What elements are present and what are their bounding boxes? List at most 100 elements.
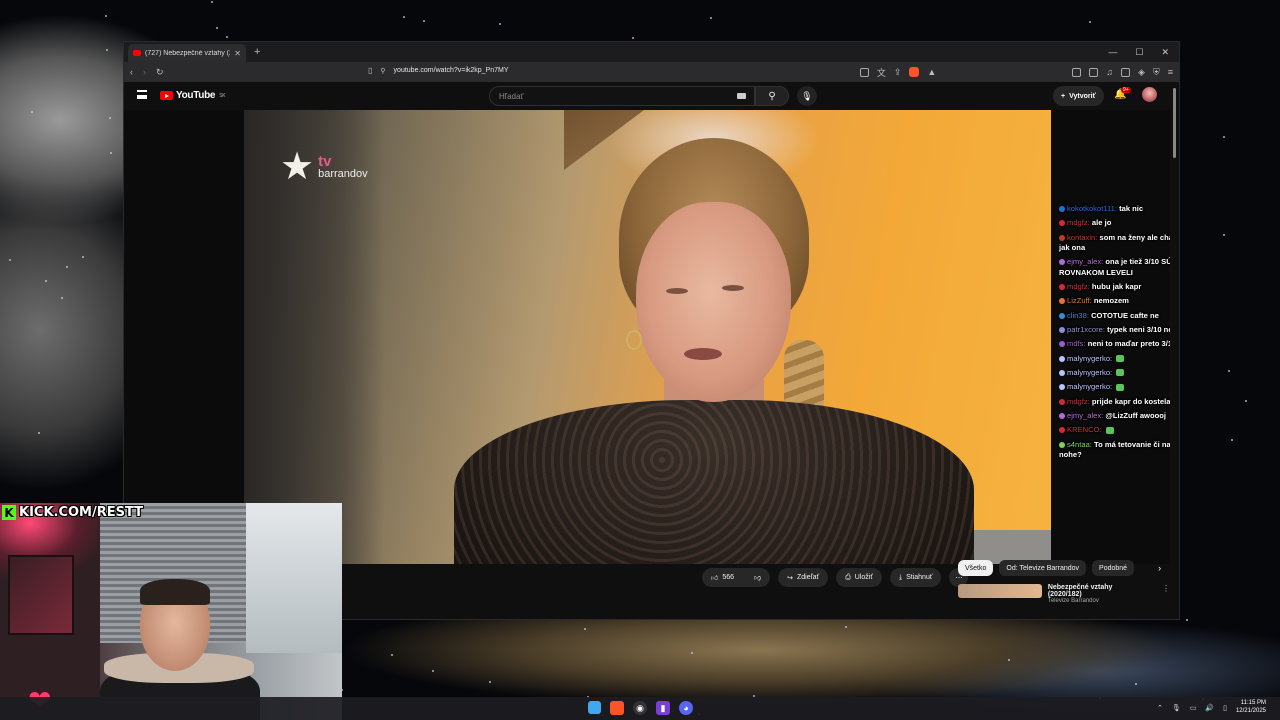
chat-emote-icon — [1116, 383, 1125, 391]
menu-icon[interactable]: ≡ — [1168, 67, 1173, 77]
close-tab-icon[interactable]: ✕ — [234, 49, 241, 58]
discord-icon[interactable]: ◕ — [679, 701, 693, 715]
new-tab-button[interactable]: + — [254, 46, 260, 58]
star-dot — [1245, 399, 1248, 402]
star-dot — [632, 37, 635, 40]
reload-icon[interactable]: ↻ — [156, 67, 164, 78]
person-face — [636, 202, 791, 402]
star-dot — [225, 36, 228, 39]
person-eye-left — [666, 288, 688, 294]
bookmark-icon[interactable]: ▯ — [368, 66, 372, 75]
chip-all[interactable]: Všetko — [958, 560, 994, 576]
chevron-right-icon[interactable]: › — [1158, 563, 1161, 573]
chat-username: malynygerko: — [1067, 353, 1113, 363]
clock-date: 12/21/2025 — [1235, 707, 1266, 714]
keyboard-icon[interactable] — [737, 93, 746, 99]
brave-browser-icon[interactable] — [610, 701, 624, 715]
twitch-studio-icon[interactable]: ▮ — [656, 701, 670, 715]
translate-icon[interactable]: 文 — [877, 66, 886, 79]
video-player[interactable]: ★ tv barrandov kokotkokot111: tak nic mdg… — [124, 110, 1170, 564]
dislike-icon[interactable]: 👎︎ — [754, 573, 761, 582]
minimize-icon[interactable]: — — [1108, 47, 1117, 58]
chat-username: ejmy_alex: — [1067, 257, 1104, 267]
youtube-logo[interactable]: YouTube SK — [160, 90, 226, 101]
share-button[interactable]: ↪ Zdieľať — [778, 568, 829, 587]
rewards-icon[interactable]: ▲ — [927, 67, 936, 77]
star-dot — [108, 117, 111, 120]
chat-text: @LizZuff awoooj — [1105, 410, 1166, 420]
taskbar-apps: ◉ ▮ ◕ — [588, 701, 693, 715]
maximize-icon[interactable]: ☐ — [1135, 47, 1143, 58]
chat-badge-icon — [1059, 355, 1065, 362]
wallet-icon[interactable] — [1121, 67, 1131, 77]
close-window-icon[interactable]: ✕ — [1161, 47, 1169, 58]
hamburger-menu-icon[interactable] — [137, 90, 147, 99]
chat-badge-icon — [1059, 326, 1065, 333]
vpn-icon[interactable]: ◈ — [1138, 67, 1145, 78]
search-button[interactable]: ⚲ — [755, 86, 789, 106]
recommended-channel[interactable]: Televize Barrandov — [1048, 598, 1148, 604]
chat-badge-icon — [1059, 369, 1065, 376]
plus-icon: + — [1061, 92, 1066, 100]
battery-icon[interactable]: ▯ — [1223, 704, 1227, 712]
clock[interactable]: 11:15 PM 12/21/2025 — [1236, 700, 1266, 716]
wall-frame — [8, 555, 74, 635]
download-label: Stiahnuť — [906, 574, 933, 581]
video-frame[interactable]: ★ tv barrandov — [244, 110, 1051, 564]
chip-from-channel[interactable]: Od: Televize Barrandov — [999, 560, 1087, 576]
obs-icon[interactable]: ◉ — [633, 701, 647, 715]
user-avatar[interactable] — [1142, 87, 1157, 102]
youtube-logo-text: YouTube — [176, 90, 216, 101]
chip-related[interactable]: Podobné — [1092, 560, 1135, 576]
chat-text: tak nic — [1119, 204, 1144, 213]
stream-chat-overlay: kokotkokot111: tak nic mdgfz: ale jo konta… — [1059, 204, 1170, 464]
back-icon[interactable]: ‹ — [130, 67, 133, 77]
star-dot — [8, 259, 11, 262]
bookmark-save-icon: ⎙ — [845, 573, 851, 581]
shield-icon[interactable]: ⛨ — [1153, 67, 1160, 78]
music-icon[interactable]: ♫ — [1106, 67, 1113, 77]
chat-emote-icon — [1116, 369, 1125, 377]
sidebar-icon[interactable] — [1089, 67, 1099, 77]
create-button[interactable]: + Vytvoriť — [1053, 86, 1104, 106]
recommended-thumbnail[interactable] — [958, 584, 1042, 598]
page-scrollbar[interactable] — [1173, 88, 1176, 158]
network-icon[interactable]: ▭ — [1190, 704, 1197, 712]
windows-start-icon[interactable] — [588, 701, 601, 714]
speaker-icon[interactable]: 🔊 — [1205, 704, 1214, 712]
download-button[interactable]: ⤓ Stiahnuť — [889, 568, 942, 587]
chat-text: nemozem — [1093, 296, 1129, 306]
voice-search-button[interactable]: 🎙 — [797, 86, 817, 106]
brave-shield-icon[interactable] — [909, 67, 920, 77]
recommended-title[interactable]: Nebezpečné vztahy (2020/182) — [1048, 584, 1148, 598]
chat-username: kokotkokot111: — [1067, 204, 1117, 213]
site-info-icon[interactable]: ⚲ — [380, 67, 385, 75]
youtube-header: YouTube SK Hľadať ⚲ 🎙 + Vytvoriť 🔔 9+ — [124, 82, 1179, 110]
chat-message: kokotkokot111: tak nic — [1059, 204, 1170, 214]
chat-message: mdgfz: prijde kapr do kostela a řekne ze… — [1059, 397, 1170, 407]
screenshot-icon[interactable] — [859, 67, 869, 77]
star-dot — [1222, 233, 1225, 236]
star-dot — [210, 0, 213, 3]
recommended-video[interactable]: Nebezpečné vztahy (2020/182) Televize Ba… — [958, 584, 1170, 604]
forward-icon[interactable]: › — [143, 67, 146, 77]
kebab-menu-icon[interactable]: ⋮ — [1162, 584, 1170, 604]
star-dot — [106, 49, 109, 52]
like-count[interactable]: 566 — [722, 574, 734, 581]
browser-tab[interactable]: (727) Nebezpečné vztahy (20 ✕ — [128, 44, 246, 62]
like-icon[interactable]: 👍︎ — [711, 573, 718, 582]
star-dot — [845, 626, 848, 629]
extension-icon[interactable] — [1072, 67, 1082, 77]
mic-tray-icon[interactable]: 🎙 — [1172, 704, 1181, 712]
tray-chevron-icon[interactable]: ⌃ — [1157, 704, 1163, 712]
share-icon[interactable]: ⇪ — [894, 67, 902, 78]
kick-channel-tag: K KICK.COM/RESTT — [2, 505, 143, 520]
star-dot — [691, 652, 694, 655]
address-bar[interactable]: ▯ ⚲ youtube.com/watch?v=ik2kp_Pn7MY — [368, 66, 509, 75]
save-button[interactable]: ⎙ Uložiť — [836, 568, 882, 587]
star-dot — [1007, 658, 1010, 661]
watermark-tv: tv — [318, 153, 332, 170]
search-input[interactable]: Hľadať — [489, 86, 755, 106]
chat-message: LizZuff: nemozem — [1059, 296, 1170, 306]
chat-emote-icon — [1116, 355, 1125, 363]
